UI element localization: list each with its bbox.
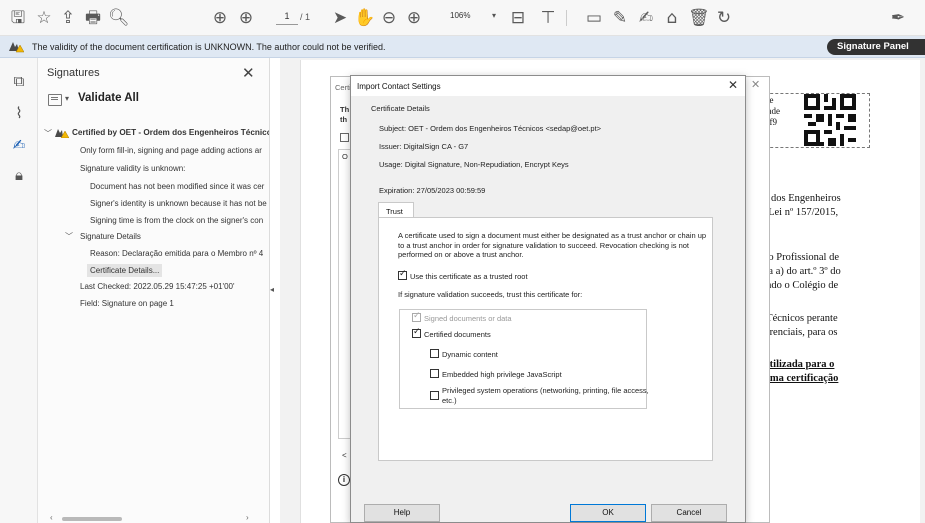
collapse-panel-icon[interactable]: ◂	[270, 285, 274, 294]
certificate-details-label: Certificate Details	[371, 104, 430, 113]
fill-sign-icon[interactable]: ✒	[888, 8, 908, 28]
embedded-javascript-checkbox[interactable]	[430, 369, 439, 378]
validity-message: The validity of the document certificati…	[32, 42, 386, 52]
close-icon[interactable]: ✕	[242, 64, 255, 82]
text-fragment: Th	[340, 105, 350, 114]
expiration-value: Expiration: 27/05/2023 00:59:59	[379, 186, 486, 195]
tree-item[interactable]: Reason: Declaração emitida para o Membro…	[90, 249, 263, 258]
checkbox[interactable]	[340, 133, 349, 142]
page-number-input[interactable]: 1	[276, 11, 298, 25]
delete-icon[interactable]: 🗑	[688, 8, 710, 28]
bookmark-star-icon[interactable]: ☆	[34, 8, 54, 28]
left-rail: ⧉ ⌇ ✍ 🔒︎	[0, 58, 38, 523]
sign-icon[interactable]: ✍	[636, 8, 656, 28]
chevron-down-icon: ▾	[491, 11, 496, 20]
tab-label: Trust	[386, 207, 403, 216]
close-icon[interactable]: ✕	[751, 78, 760, 91]
trust-description: A certificate used to sign a document mu…	[398, 231, 707, 260]
signatures-icon[interactable]: ✍	[10, 136, 28, 154]
info-icon[interactable]: i	[338, 474, 350, 486]
certified-by-item[interactable]: Certified by OET - Ordem dos Engenheiros…	[72, 128, 269, 137]
scroll-left-icon[interactable]: <	[342, 451, 347, 460]
close-icon[interactable]: ✕	[728, 78, 738, 92]
ok-button[interactable]: OK	[570, 504, 646, 522]
signed-documents-label: Signed documents or data	[424, 314, 512, 323]
validate-menu-icon[interactable]	[48, 94, 62, 106]
subject-value: Subject: OET - Ordem dos Engenheiros Téc…	[379, 124, 602, 133]
dialog-title: Import Contact Settings	[357, 82, 441, 91]
certified-documents-checkbox[interactable]	[412, 327, 421, 338]
certified-documents-label[interactable]: Certified documents	[424, 330, 491, 339]
zoom-out-icon[interactable]: ⊖	[379, 8, 399, 28]
scroll-left-icon[interactable]: ‹	[50, 513, 53, 522]
tree-item[interactable]: Signature validity is unknown:	[80, 164, 185, 173]
usage-value: Usage: Digital Signature, Non-Repudiatio…	[379, 160, 569, 169]
security-lock-icon[interactable]: 🔒︎	[10, 166, 28, 184]
text-fragment: th	[340, 115, 348, 124]
panel-horizontal-scrollbar[interactable]: ‹ ›	[50, 513, 255, 523]
privileged-operations-label[interactable]: Privileged system operations (networking…	[442, 386, 649, 395]
dynamic-content-checkbox[interactable]	[430, 349, 439, 358]
scroll-right-icon[interactable]: ›	[246, 513, 249, 522]
cancel-button[interactable]: Cancel	[651, 504, 727, 522]
stamp-icon[interactable]: ⌂	[662, 8, 682, 28]
help-button[interactable]: Help	[364, 504, 440, 522]
certificate-details-item[interactable]: Certificate Details...	[87, 264, 163, 277]
zoom-value: 106%	[450, 11, 471, 20]
pages-icon[interactable]: ⧉	[10, 72, 28, 90]
privileged-operations-checkbox[interactable]	[430, 391, 439, 400]
signature-details-item[interactable]: Signature Details	[80, 232, 141, 241]
save-icon[interactable]: 🖫	[8, 8, 28, 28]
scrollbar-thumb[interactable]	[62, 517, 122, 521]
tree-item[interactable]: Field: Signature on page 1	[80, 299, 174, 308]
issuer-value: Issuer: DigitalSign CA - G7	[379, 142, 469, 151]
validity-banner: The validity of the document certificati…	[0, 36, 925, 58]
panel-title: Signatures	[47, 67, 100, 79]
chevron-down-icon[interactable]: ﹀	[44, 128, 52, 139]
reading-mode-icon[interactable]: ⊤	[538, 8, 558, 28]
share-icon[interactable]: ⇪	[58, 8, 78, 28]
trust-for-label: If signature validation succeeds, trust …	[398, 290, 583, 299]
tree-item[interactable]: Document has not been modified since it …	[90, 182, 264, 191]
toolbar-divider	[566, 10, 567, 26]
tree-item[interactable]: Last Checked: 2022.05.29 15:47:25 +01'00…	[80, 282, 235, 291]
import-contact-settings-dialog: Import Contact Settings ✕ Certificate De…	[350, 75, 746, 523]
chevron-down-icon[interactable]: ﹀	[65, 231, 73, 242]
attachment-icon[interactable]: ⌇	[10, 104, 28, 122]
tree-item[interactable]: Signer's identity is unknown because it …	[90, 199, 267, 208]
main-toolbar: 🖫 ☆ ⇪ 🖶 🔍︎ ⊕ ⊕ 1 / 1 ➤ ✋ ⊖ ⊕ 106% ▾ ⊟ ⊤ …	[0, 0, 925, 36]
rotate-icon[interactable]: ↻	[714, 8, 734, 28]
list-text: O	[342, 152, 348, 161]
use-trusted-root-label[interactable]: Use this certificate as a trusted root	[410, 272, 528, 281]
tree-item[interactable]: Only form fill-in, signing and page addi…	[80, 146, 262, 155]
qr-code-image	[804, 94, 856, 146]
fit-page-icon[interactable]: ⊟	[508, 8, 528, 28]
dialog-titlebar: Import Contact Settings ✕	[351, 76, 745, 96]
validate-all-button[interactable]: Validate All	[78, 92, 139, 104]
chevron-down-icon[interactable]: ▾	[65, 94, 69, 103]
page-total-label: / 1	[300, 12, 311, 22]
signatures-panel: Signatures ✕ ▾ Validate All ﹀ Certified …	[38, 58, 270, 523]
tree-item[interactable]: Signing time is from the clock on the si…	[90, 216, 263, 225]
use-trusted-root-checkbox[interactable]	[398, 269, 407, 280]
tab-trust[interactable]: Trust	[378, 202, 414, 218]
page-down-icon[interactable]: ⊕	[236, 8, 256, 28]
zoom-search-icon[interactable]: 🔍︎	[108, 8, 130, 28]
highlight-icon[interactable]: ✎	[610, 8, 630, 28]
signature-panel-button[interactable]: Signature Panel	[827, 39, 925, 55]
select-cursor-icon[interactable]: ➤	[330, 8, 350, 28]
signed-documents-checkbox[interactable]	[412, 311, 421, 322]
certificate-warning-icon	[9, 42, 24, 53]
privileged-operations-label-2[interactable]: etc.)	[442, 396, 457, 405]
signature-warning-icon	[55, 129, 69, 138]
dynamic-content-label[interactable]: Dynamic content	[442, 350, 498, 359]
comment-icon[interactable]: ▭	[584, 8, 604, 28]
page-up-icon[interactable]: ⊕	[210, 8, 230, 28]
embedded-javascript-label[interactable]: Embedded high privilege JavaScript	[442, 370, 562, 379]
zoom-in-icon[interactable]: ⊕	[404, 8, 424, 28]
zoom-select[interactable]: 106% ▾	[450, 11, 498, 25]
print-icon[interactable]: 🖶	[83, 8, 103, 28]
hand-tool-icon[interactable]: ✋	[354, 8, 375, 28]
